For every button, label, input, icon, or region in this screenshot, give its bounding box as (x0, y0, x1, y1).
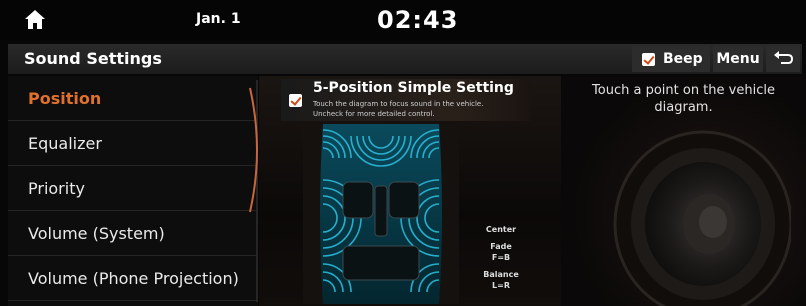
beep-label: Beep (663, 51, 703, 67)
back-icon (774, 51, 794, 64)
balance-value: L=R (492, 281, 510, 290)
page-title: Sound Settings (24, 49, 162, 68)
simple-setting-desc-line-1: Touch the diagram to focus sound in the … (313, 100, 484, 108)
title-bar: Sound Settings Beep Menu (8, 44, 802, 74)
instruction-line-1: Touch a point on the vehicle (592, 83, 775, 98)
sidebar-item-volume-phone-projection[interactable]: Volume (Phone Projection) (8, 256, 258, 301)
date-label: Jan. 1 (196, 11, 241, 27)
speaker-icon (613, 130, 791, 306)
sidebar-item-volume-system[interactable]: Volume (System) (8, 211, 258, 256)
sidebar-item-priority[interactable]: Priority (8, 166, 258, 211)
sidebar-item-position[interactable]: Position (8, 76, 258, 121)
simple-setting-checkbox-icon[interactable] (289, 94, 302, 107)
center-label: Center (485, 225, 517, 234)
simple-setting-title: 5-Position Simple Setting (313, 80, 514, 96)
car-diagram-icon[interactable] (293, 124, 469, 304)
clock-label: 02:43 (377, 6, 459, 34)
beep-checkbox-icon[interactable] (642, 52, 655, 66)
instruction-line-2: diagram. (654, 100, 713, 115)
instruction-text: Touch a point on the vehicle diagram. (571, 82, 796, 116)
sidebar-item-equalizer[interactable]: Equalizer (8, 121, 258, 166)
sound-position-readout: Center Fade F=B Balance L=R (471, 224, 531, 291)
beep-toggle[interactable]: Beep (632, 46, 710, 72)
fade-value: F=B (491, 253, 511, 262)
fade-label: Fade (490, 242, 512, 251)
simple-setting-description: Touch the diagram to focus sound in the … (313, 99, 528, 119)
status-bar: Jan. 1 02:43 (0, 0, 806, 40)
simple-setting-option[interactable]: 5-Position Simple Setting Touch the diag… (281, 79, 531, 121)
balance-label: Balance (483, 270, 519, 279)
position-panel: 5-Position Simple Setting Touch the diag… (259, 76, 561, 306)
info-panel: Touch a point on the vehicle diagram. (561, 76, 806, 306)
sound-settings-screen: Jan. 1 02:43 Sound Settings Beep Menu Po… (0, 0, 806, 306)
home-icon[interactable] (24, 9, 46, 31)
menu-button[interactable]: Menu (713, 46, 763, 72)
sound-settings-menu: Position Equalizer Priority Volume (Syst… (8, 76, 258, 306)
back-button[interactable] (766, 46, 800, 72)
simple-setting-desc-line-2: Uncheck for more detailed control. (313, 110, 435, 118)
